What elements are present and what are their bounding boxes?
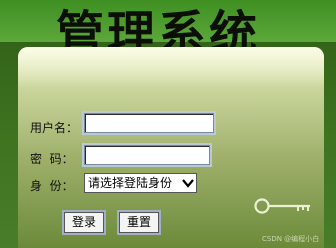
watermark: CSDN @编程小白 <box>262 235 320 243</box>
role-select-value: 请选择登陆身份 <box>88 176 173 190</box>
username-input[interactable] <box>84 113 214 133</box>
panel-gloss <box>18 47 324 87</box>
password-input[interactable] <box>84 145 210 165</box>
key-icon <box>252 196 314 216</box>
login-button[interactable]: 登录 <box>64 212 104 233</box>
role-select[interactable]: 请选择登陆身份 <box>84 173 197 193</box>
username-label: 用户名： <box>30 121 79 135</box>
role-label: 身 份： <box>30 179 74 193</box>
chevron-down-icon[interactable] <box>180 174 196 192</box>
reset-button[interactable]: 重置 <box>119 212 159 233</box>
header-banner: 管理系统 <box>0 0 336 62</box>
password-label: 密 码： <box>30 152 74 166</box>
